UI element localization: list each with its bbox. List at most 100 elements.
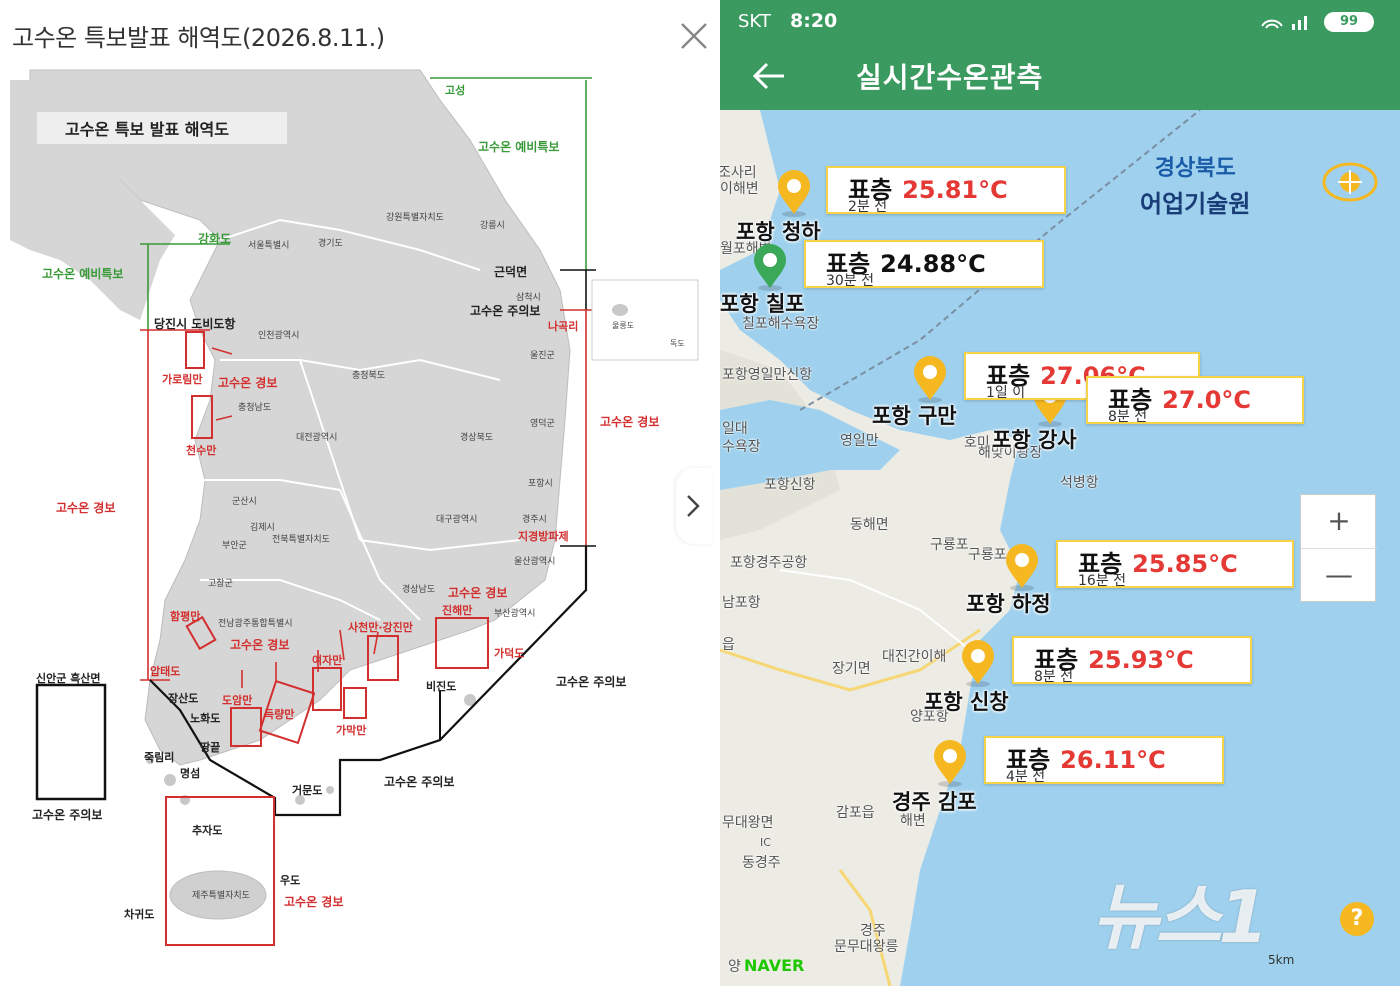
place-bathing: 수욕장 [722,439,761,455]
brand-line2: 어업기술원 [1140,190,1251,218]
back-arrow-icon[interactable] [750,58,790,94]
station-name-hajeong[interactable]: 포항 하정 [966,588,1051,618]
place-yang: 양 [728,959,741,975]
place-gampo-eup: 감포읍 [836,805,875,821]
label-ulleungdo: 울릉도 [612,321,635,330]
temp-updated: 16분 전 [1078,573,1127,589]
pin-yellow-icon[interactable] [910,356,950,404]
place-donggyeongju: 동경주 [742,855,781,871]
place-airport: 포항경주공항 [730,555,808,571]
label-ttangkkeut: 땅끝 [200,741,221,754]
zone-label-bay-gyeongbo-3: 고수온 경보 [230,638,290,652]
zoom-out-button[interactable]: — [1301,548,1377,601]
zone-label-sinan-jueui: 고수온 주의보 [32,808,103,822]
temp-value: 24.88°C [880,250,986,278]
label-chagwido: 차귀도 [124,908,155,921]
label-sinan: 신안군 흑산면 [36,672,101,685]
zone-label-bay-gyeongbo-1: 고수온 경보 [218,376,278,390]
temp-card-gampo[interactable]: 표층 26.11°C 4분 전 [984,736,1224,785]
province-gyeongnam: 경상남도 [402,585,436,595]
place-ic: IC [760,836,771,849]
temp-card-sinchang[interactable]: 표층 25.93°C 8분 전 [1012,636,1252,685]
phone-screen: 조사리 이해변 월포해변 칠포해수욕장 포항영일만신항 일대 수욕장 영일만 호… [720,0,1400,986]
station-name-guman[interactable]: 포항 구만 [872,400,957,430]
label-goseong: 고성 [445,84,466,97]
label-hwangpyeong: 함평만 [170,610,201,623]
naver-logo: NAVER [744,956,805,975]
label-nohwa: 노화도 [190,712,221,725]
place-janggi: 장기면 [832,661,871,677]
temp-card-cheongha[interactable]: 표층 25.81°C 2분 전 [826,166,1066,215]
temp-updated: 4분 전 [1006,769,1046,785]
next-arrow-button[interactable] [676,468,712,544]
zoom-in-button[interactable]: + [1301,495,1377,548]
place-yeongilman-port: 포항영일만신항 [722,367,813,383]
province-gyeonggi: 경기도 [318,239,343,249]
place-eup: 읍 [722,637,735,653]
zone-label-bay-gyeongbo-2: 고수온 경보 [448,586,508,600]
label-jurim: 죽림리 [144,751,175,764]
brand-logo: 경상북도 어업기술원 [1140,150,1250,219]
label-myeongseom: 명섬 [180,767,201,780]
place-guryongpo: 구룡포 [930,537,969,553]
label-cheonsu: 천수만 [186,444,217,457]
status-time: 8:20 [790,10,838,32]
zone-label-west-gyeongbo: 고수온 경보 [56,501,116,515]
temp-value: 27.0°C [1162,386,1251,414]
place-yeongilman: 영일만 [840,433,879,449]
pin-yellow-icon[interactable] [774,170,814,218]
label-udo: 우도 [280,874,301,887]
app-title: 실시간수온관측 [856,61,1044,94]
carrier-label: SKT [738,11,771,32]
label-jinhae: 진해만 [442,604,473,617]
province-chungbuk: 충청북도 [352,371,386,381]
station-name-sinchang[interactable]: 포항 신창 [924,686,1009,716]
app-bar: 실시간수온관측 [720,44,1400,110]
help-button[interactable]: ? [1340,902,1374,936]
station-name-gangsa[interactable]: 포항 강사 [992,424,1077,454]
chevron-right-icon [687,495,700,517]
pin-yellow-icon[interactable] [1002,544,1042,592]
temp-card-gangsa[interactable]: 표층 27.0°C 8분 전 [1086,376,1304,425]
place-seokbyeong: 석병항 [1060,475,1099,491]
place-pohang-port: 포항신항 [764,477,816,493]
temp-card-hajeong[interactable]: 표층 25.85°C 16분 전 [1056,540,1294,589]
place-munmu: 문무대왕릉 [834,939,899,955]
locate-icon[interactable] [1320,160,1380,204]
pin-yellow-icon[interactable] [930,740,970,788]
temp-value: 25.81°C [902,176,1008,204]
province-buan: 부안군 [222,541,247,551]
pin-green-icon[interactable] [750,244,790,292]
province-jeonnam: 전남광주통합특별시 [218,619,293,629]
province-busan: 부산광역시 [494,609,536,619]
province-yeongdeok: 영덕군 [530,419,555,429]
province-pohang: 포항시 [528,479,553,489]
label-ganghwado: 강화도 [198,232,232,246]
zone-label-east-gyeongbo: 고수온 경보 [600,415,660,429]
temp-updated: 30분 전 [826,273,875,289]
signal-icon [1261,16,1307,30]
province-gunsan: 군산시 [232,497,257,507]
label-geundeokmyeon: 근덕면 [494,265,528,279]
pin-yellow-icon[interactable] [958,640,998,688]
zone-label-south-jueui-2: 고수온 주의보 [384,775,455,789]
province-gyeongbuk: 경상북도 [460,433,494,443]
label-gadeokdo: 가덕도 [494,647,525,660]
station-name-gampo[interactable]: 경주 감포 [892,786,977,816]
close-icon[interactable] [676,18,712,54]
place-daejingan: 대진간이해 [882,649,947,665]
label-garim: 가로림만 [162,373,203,386]
place-donghae: 동해면 [850,517,889,533]
zoom-controls: + — [1300,494,1377,602]
province-gangwon: 강원특별자치도 [386,213,444,223]
label-dokdo: 독도 [670,339,685,348]
province-gochang: 고창군 [208,579,233,589]
station-name-chilpo[interactable]: 포항 칠포 [720,288,805,318]
label-bijindo: 비진도 [426,680,457,693]
label-geomundo: 거문도 [292,784,323,797]
label-nagok: 나곡리 [548,320,579,333]
label-yeoja: 여자만 [312,654,343,667]
zone-label-south-jueui-1: 고수온 주의보 [556,675,627,689]
temp-card-chilpo[interactable]: 표층 24.88°C 30분 전 [804,240,1044,289]
map-inner-title: 고수온 특보 발표 해역도 [37,112,287,144]
